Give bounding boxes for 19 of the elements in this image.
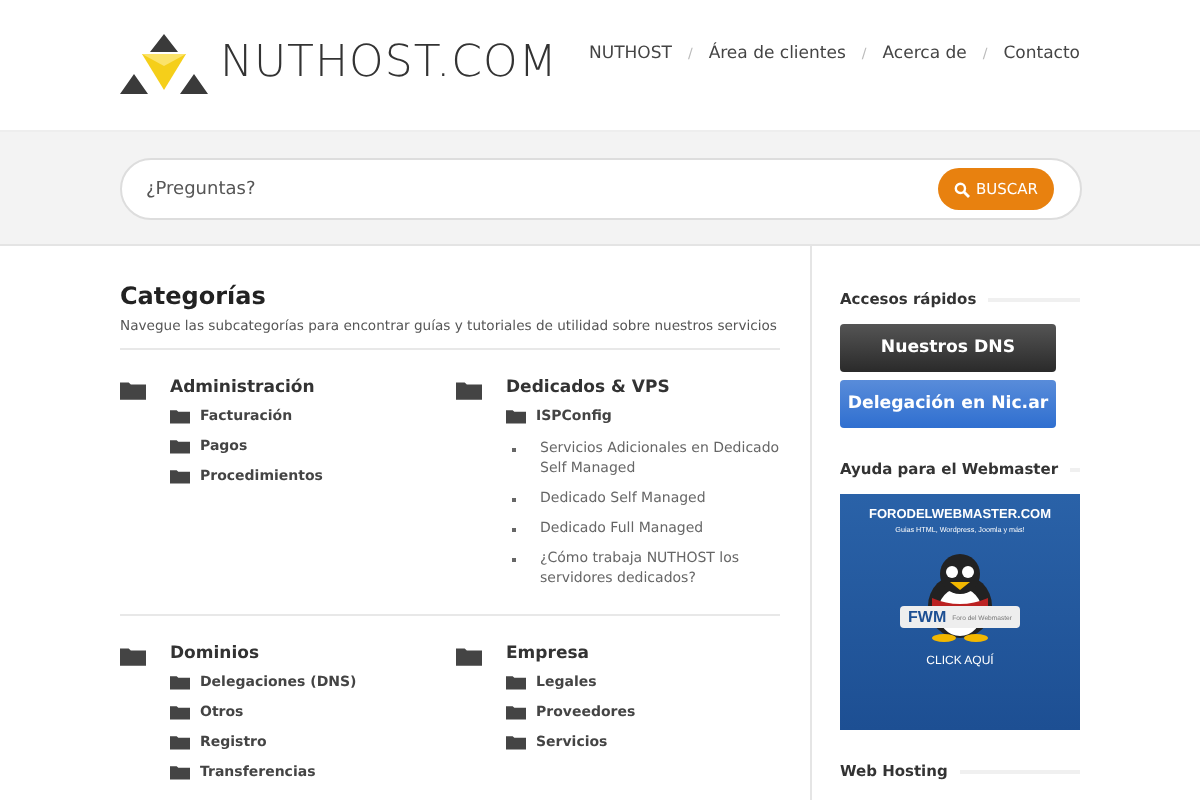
folder-icon [456, 380, 482, 400]
quick-access-button[interactable]: Delegación en Nic.ar [840, 380, 1056, 428]
logo-text[interactable]: NUTHOST.COM [220, 38, 558, 88]
logo-icon [120, 33, 208, 93]
folder-icon [120, 646, 146, 666]
category-link[interactable]: Dominios [170, 644, 357, 674]
nav-link[interactable]: Contacto [1003, 43, 1080, 63]
search-icon [954, 181, 971, 197]
nav-link[interactable]: Acerca de [882, 43, 967, 63]
nav-link[interactable]: Área de clientes [708, 43, 846, 63]
nav-link[interactable]: NUTHOST [589, 43, 672, 63]
page-title: Categorías [120, 282, 268, 310]
category-link[interactable]: Dedicados & VPS [506, 378, 790, 408]
category-link[interactable]: Administración [170, 378, 323, 408]
folder-icon [120, 380, 146, 400]
category-link[interactable]: Empresa [506, 644, 636, 674]
quick-access-button[interactable]: Nuestros DNS [840, 324, 1056, 372]
folder-icon [456, 646, 482, 666]
folder-icon [506, 408, 526, 424]
